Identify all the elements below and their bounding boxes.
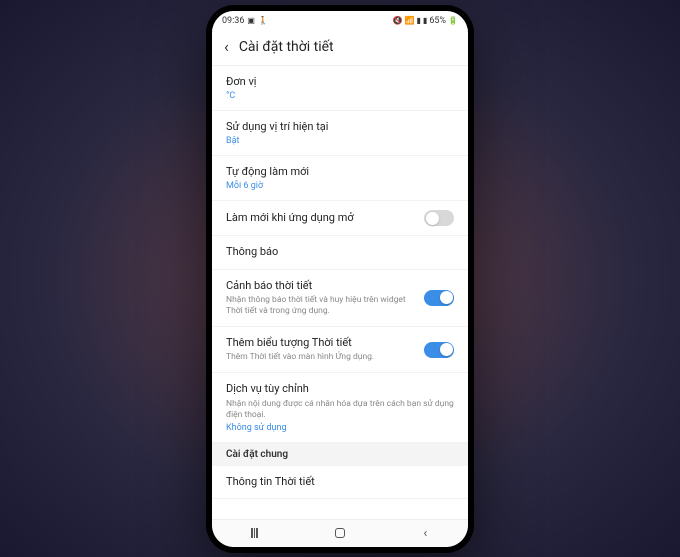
setting-desc: Nhận nội dung được cá nhân hóa dựa trên … [226,399,454,421]
battery-text: 65% [429,16,446,26]
setting-refresh-open[interactable]: Làm mới khi ứng dụng mở [212,201,468,236]
app-header: ‹ Cài đặt thời tiết [212,31,468,66]
setting-desc: Nhận thông báo thời tiết và huy hiệu trê… [226,295,414,317]
setting-value: °C [226,91,454,101]
status-bar: 09:36 ▣ 🚶 🔇 📶 ▮ ▮ 65% 🔋 [212,11,468,31]
section-general: Cài đặt chung [212,443,468,466]
back-icon: ‹ [423,526,427,541]
setting-value: Không sử dụng [226,423,454,433]
signal2-icon: ▮ [423,16,427,25]
setting-value: Bật [226,136,454,146]
setting-unit[interactable]: Đơn vị °C [212,66,468,111]
setting-title: Cảnh báo thời tiết [226,279,414,293]
page-title: Cài đặt thời tiết [239,39,334,55]
setting-title: Dịch vụ tùy chỉnh [226,382,454,396]
setting-alerts[interactable]: Cảnh báo thời tiết Nhận thông báo thời t… [212,270,468,327]
mute-icon: 🔇 [393,16,403,25]
setting-title: Tự động làm mới [226,165,454,179]
setting-title: Thông tin Thời tiết [226,475,454,489]
wifi-icon: 📶 [405,16,415,25]
back-button[interactable]: ‹ [224,39,229,55]
image-icon: ▣ [247,16,255,25]
setting-custom[interactable]: Dịch vụ tùy chỉnh Nhận nội dung được cá … [212,373,468,442]
toggle-alerts[interactable] [424,290,454,306]
signal-icon: ▮ [417,16,421,25]
recent-icon [251,528,258,538]
screen: 09:36 ▣ 🚶 🔇 📶 ▮ ▮ 65% 🔋 ‹ Cài đặt thời t… [212,11,468,547]
setting-title: Đơn vị [226,75,454,89]
status-time: 09:36 [222,16,244,26]
toggle-addicon[interactable] [424,342,454,358]
setting-title: Sử dụng vị trí hiện tại [226,120,454,134]
settings-list[interactable]: Đơn vị °C Sử dụng vị trí hiện tại Bật Tự… [212,66,468,519]
nav-home-button[interactable] [320,528,360,538]
nav-recent-button[interactable] [235,528,275,538]
battery-icon: 🔋 [448,16,458,25]
status-left: 09:36 ▣ 🚶 [222,16,268,26]
setting-desc: Thêm Thời tiết vào màn hình Ứng dụng. [226,352,414,363]
setting-autorefresh[interactable]: Tự động làm mới Mỗi 6 giờ [212,156,468,201]
phone-frame: 09:36 ▣ 🚶 🔇 📶 ▮ ▮ 65% 🔋 ‹ Cài đặt thời t… [206,5,474,553]
home-icon [335,528,345,538]
setting-title: Thông báo [226,245,454,259]
person-icon: 🚶 [258,16,268,25]
setting-value: Mỗi 6 giờ [226,181,454,191]
status-right: 🔇 📶 ▮ ▮ 65% 🔋 [393,16,458,26]
nav-back-button[interactable]: ‹ [405,526,445,541]
setting-title: Làm mới khi ứng dụng mở [226,211,414,225]
setting-title: Thêm biểu tượng Thời tiết [226,336,414,350]
toggle-refresh-open[interactable] [424,210,454,226]
setting-notify[interactable]: Thông báo [212,236,468,269]
setting-location[interactable]: Sử dụng vị trí hiện tại Bật [212,111,468,156]
setting-about[interactable]: Thông tin Thời tiết [212,466,468,499]
nav-bar: ‹ [212,519,468,547]
setting-addicon[interactable]: Thêm biểu tượng Thời tiết Thêm Thời tiết… [212,327,468,373]
